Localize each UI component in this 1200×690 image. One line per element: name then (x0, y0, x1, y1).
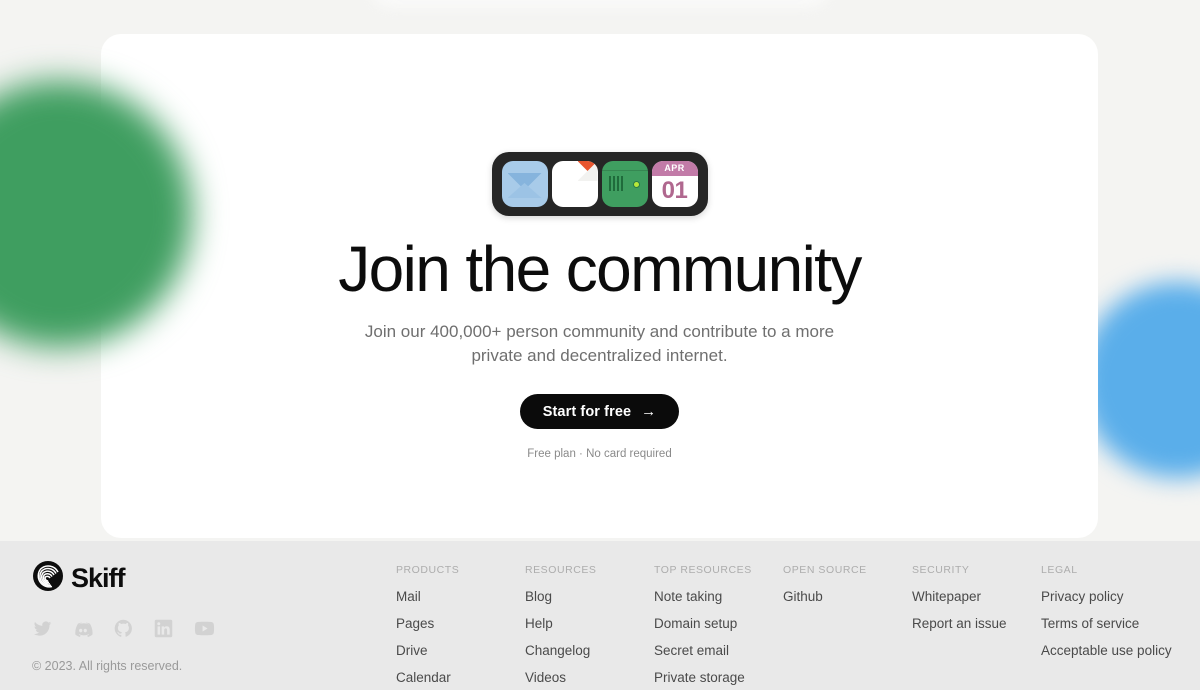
footer-link-privacy-policy[interactable]: Privacy policy (1041, 589, 1172, 604)
footer-link-whitepaper[interactable]: Whitepaper (912, 589, 1041, 604)
footer-column-resources: RESOURCES Blog Help Changelog Videos (525, 564, 654, 690)
footer-column-title: SECURITY (912, 564, 970, 576)
footer-column-legal: LEGAL Privacy policy Terms of service Ac… (1041, 564, 1172, 690)
cta-footnote: Free plan · No card required (527, 448, 672, 461)
discord-icon[interactable] (72, 618, 94, 640)
footer-column-security: SECURITY Whitepaper Report an issue (912, 564, 1041, 690)
footer-link-mail[interactable]: Mail (396, 589, 525, 604)
envelope-body-shape (507, 183, 542, 198)
footer-link-terms-of-service[interactable]: Terms of service (1041, 616, 1172, 631)
footer-link-report-an-issue[interactable]: Report an issue (912, 616, 1041, 631)
footer-column-open-source: OPEN SOURCE Github (783, 564, 912, 690)
social-links (32, 617, 216, 640)
footer-link-github[interactable]: Github (783, 589, 912, 604)
skiff-wordmark: Skiff (71, 563, 126, 593)
footer-link-domain-setup[interactable]: Domain setup (654, 616, 783, 631)
footer-link-changelog[interactable]: Changelog (525, 643, 654, 658)
footer-link-drive[interactable]: Drive (396, 643, 525, 658)
youtube-icon[interactable] (193, 617, 216, 640)
footer-link-columns: PRODUCTS Mail Pages Drive Calendar RESOU… (396, 564, 1172, 690)
page-title: Join the community (338, 233, 862, 305)
footer-column-top-resources: TOP RESOURCES Note taking Domain setup S… (654, 564, 783, 690)
footer-link-calendar[interactable]: Calendar (396, 670, 525, 685)
footer-column-title: PRODUCTS (396, 564, 460, 576)
footer-link-acceptable-use-policy[interactable]: Acceptable use policy (1041, 643, 1172, 658)
site-footer: Skiff © 2023. All rights reserved. PRODU… (0, 541, 1200, 690)
footer-link-secret-email[interactable]: Secret email (654, 643, 783, 658)
drive-led-indicator (632, 181, 640, 188)
blue-blob-decoration (1080, 282, 1200, 478)
footer-brand-block: Skiff © 2023. All rights reserved. (32, 560, 216, 673)
footer-link-videos[interactable]: Videos (525, 670, 654, 685)
drive-seam-line (601, 170, 648, 171)
footer-column-title: LEGAL (1041, 564, 1078, 576)
footer-link-note-taking[interactable]: Note taking (654, 589, 783, 604)
twitter-icon[interactable] (32, 618, 53, 639)
start-for-free-button[interactable]: Start for free → (519, 394, 680, 430)
drive-app-icon[interactable] (601, 161, 648, 207)
footer-link-help[interactable]: Help (525, 616, 654, 631)
hero-subtitle: Join our 400,000+ person community and c… (364, 322, 835, 366)
previous-section-card-edge (370, 0, 830, 8)
app-icon-dock: APR 01 (491, 152, 708, 216)
start-for-free-label: Start for free (542, 403, 632, 420)
calendar-day-label: 01 (661, 177, 688, 204)
footer-column-products: PRODUCTS Mail Pages Drive Calendar (396, 564, 525, 690)
mail-app-icon[interactable] (501, 161, 548, 207)
github-icon[interactable] (113, 618, 134, 639)
footer-column-title: OPEN SOURCE (783, 564, 867, 576)
drive-vent-bars (608, 176, 623, 191)
calendar-app-icon[interactable]: APR 01 (651, 161, 698, 207)
copyright-text: © 2023. All rights reserved. (32, 659, 183, 673)
skiff-logo-icon (32, 560, 64, 597)
footer-column-title: RESOURCES (525, 564, 597, 576)
footer-column-title: TOP RESOURCES (654, 564, 752, 576)
calendar-month-label: APR (651, 161, 698, 176)
community-hero-card: APR 01 Join the community Join our 400,0… (101, 34, 1098, 538)
pages-app-icon[interactable] (551, 161, 598, 207)
arrow-right-icon: → (641, 403, 657, 421)
linkedin-icon[interactable] (153, 618, 174, 639)
footer-link-blog[interactable]: Blog (525, 589, 654, 604)
footer-link-pages[interactable]: Pages (396, 616, 525, 631)
footer-link-private-storage[interactable]: Private storage (654, 670, 783, 685)
